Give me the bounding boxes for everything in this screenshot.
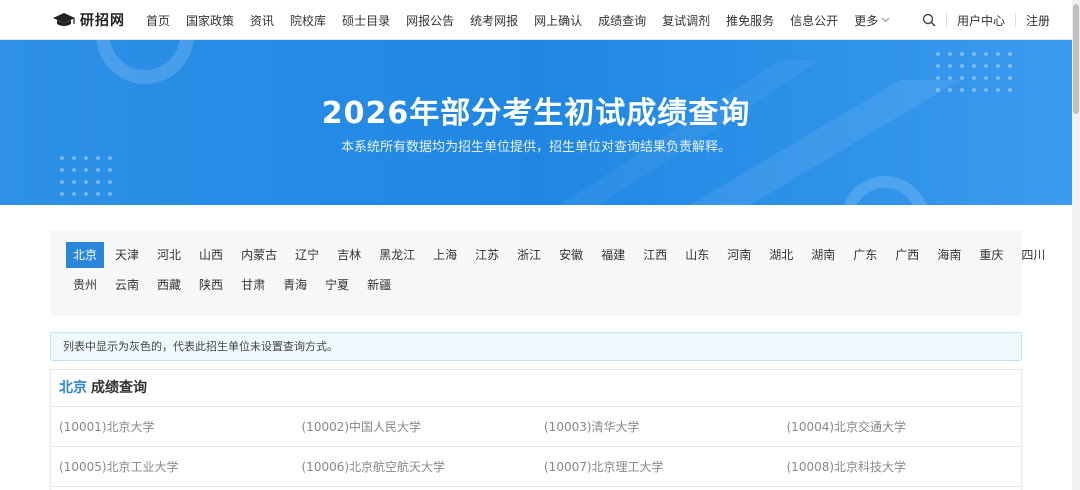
nav-item[interactable]: 资讯 bbox=[250, 12, 274, 29]
main-nav: 首页 国家政策 资讯 院校库 硕士目录 网报公告 统考网报 网上确认 成绩查询 复试调剂 推免服务信… bbox=[146, 0, 906, 40]
nav-item[interactable]: 国家政策 bbox=[186, 12, 234, 29]
province-option[interactable]: 山东 bbox=[678, 242, 716, 268]
nav-item[interactable]: 统考网报 bbox=[470, 12, 518, 29]
province-option[interactable]: 海南 bbox=[930, 242, 968, 268]
province-option[interactable]: 四川 bbox=[1014, 242, 1052, 268]
university-item: (10001)北京大学 bbox=[59, 420, 155, 434]
province-filter: 北京 天津 河北 山西 内蒙古 辽宁 吉林 黑龙江 上海 江苏 浙江 安徽 福建 江西 山东 河南 湖北 湖南 广东… bbox=[50, 230, 1045, 316]
graduation-cap-icon bbox=[53, 13, 75, 26]
university-item: (10002)中国人民大学 bbox=[301, 420, 422, 434]
province-row: 贵州 云南 西藏 陕西 甘肃 青海 宁夏 新疆 bbox=[66, 272, 402, 298]
province-option[interactable]: 天津 bbox=[108, 242, 146, 268]
province-option[interactable]: 江西 bbox=[636, 242, 674, 268]
top-navigation-bar: 研招网 首页 国家政策 资讯 院校库 硕士目录 网报公告 统考网报 网上确认 成绩查询 复试调剂推… bbox=[0, 0, 1072, 40]
nav-item[interactable]: 网报公告 bbox=[406, 12, 454, 29]
province-option[interactable]: 山西 bbox=[192, 242, 230, 268]
nav-item[interactable]: 硕士目录 bbox=[342, 12, 390, 29]
scrollbar-thumb[interactable] bbox=[1073, 4, 1079, 114]
province-option[interactable]: 福建 bbox=[594, 242, 632, 268]
user-center-link[interactable]: 用户中心 bbox=[957, 12, 1005, 29]
province-option[interactable]: 西藏 bbox=[150, 272, 188, 298]
province-option[interactable]: 重庆 bbox=[972, 242, 1010, 268]
province-option[interactable]: 上海 bbox=[426, 242, 464, 268]
register-link[interactable]: 注册 bbox=[1026, 12, 1050, 29]
banner-title: 2026年部分考生初试成绩查询 bbox=[321, 96, 751, 131]
university-item: (10004)北京交通大学 bbox=[786, 420, 907, 434]
province-option[interactable]: 广西 bbox=[888, 242, 926, 268]
nav-item[interactable]: 首页 bbox=[146, 12, 170, 29]
province-option[interactable]: 湖北 bbox=[762, 242, 800, 268]
nav-more-menu[interactable]: 更多 bbox=[854, 12, 890, 29]
province-option[interactable]: 青海 bbox=[276, 272, 314, 298]
province-option[interactable]: 新疆 bbox=[360, 272, 398, 298]
divider bbox=[1014, 13, 1016, 27]
province-option[interactable]: 黑龙江 bbox=[372, 242, 422, 268]
university-item: (10005)北京工业大学 bbox=[59, 460, 179, 474]
info-notice: 列表中显示为灰色的，代表此招生单位未设置查询方式。 bbox=[50, 332, 1022, 361]
province-option[interactable]: 浙江 bbox=[510, 242, 548, 268]
list-province-name: 北京 bbox=[59, 380, 87, 396]
nav-item[interactable]: 信息公开 bbox=[790, 12, 838, 29]
university-item: (10006)北京航空航天大学 bbox=[301, 460, 446, 474]
province-option[interactable]: 贵州 bbox=[66, 272, 104, 298]
nav-item[interactable]: 成绩查询 bbox=[598, 12, 646, 29]
province-option[interactable]: 北京 bbox=[66, 242, 105, 268]
province-option[interactable]: 河南 bbox=[720, 242, 758, 268]
province-option[interactable]: 内蒙古 bbox=[234, 242, 284, 268]
logo-text: 研招网 bbox=[80, 13, 125, 29]
nav-item[interactable]: 复试调剂 bbox=[662, 12, 710, 29]
banner-subtitle: 本系统所有数据均为招生单位提供，招生单位对查询结果负责解释。 bbox=[340, 140, 731, 155]
province-option[interactable]: 吉林 bbox=[330, 242, 368, 268]
university-item: (10003)清华大学 bbox=[544, 420, 640, 434]
province-option[interactable]: 陕西 bbox=[192, 272, 230, 298]
province-option[interactable]: 云南 bbox=[108, 272, 146, 298]
province-option[interactable]: 江苏 bbox=[468, 242, 506, 268]
page-scrollbar[interactable] bbox=[1072, 0, 1080, 490]
nav-item[interactable]: 院校库 bbox=[290, 12, 326, 29]
university-item: (10007)北京理工大学 bbox=[544, 460, 664, 474]
list-header: 北京 成绩查询 bbox=[51, 370, 1021, 407]
nav-item[interactable]: 推免服务 bbox=[726, 12, 774, 29]
province-option[interactable]: 安徽 bbox=[552, 242, 590, 268]
province-option[interactable]: 甘肃 bbox=[234, 272, 272, 298]
university-item: (10008)北京科技大学 bbox=[786, 460, 907, 474]
province-option[interactable]: 河北 bbox=[150, 242, 188, 268]
hero-banner: 2026年部分考生初试成绩查询 本系统所有数据均为招生单位提供，招生单位对查询结… bbox=[0, 40, 1072, 205]
nav-more-label: 更多 bbox=[854, 13, 879, 28]
chevron-down-icon bbox=[881, 17, 890, 23]
nav-item[interactable]: 网上确认 bbox=[534, 12, 582, 29]
province-row: 北京 天津 河北 山西 内蒙古 辽宁 吉林 黑龙江 上海 江苏 浙江 安徽 福建 江西 山东 河南 湖北 湖南 广东… bbox=[66, 242, 1056, 268]
province-option[interactable]: 宁夏 bbox=[318, 272, 356, 298]
table-row: (10001)北京大学 (10002)中国人民大学 (10003)清华大学 (1000… bbox=[51, 407, 1021, 447]
province-option[interactable]: 广东 bbox=[846, 242, 884, 268]
province-option[interactable]: 辽宁 bbox=[288, 242, 326, 268]
table-row: (10005)北京工业大学 (10006)北京航空航天大学 (10007)北京理工大… bbox=[51, 447, 1021, 487]
site-logo[interactable]: 研招网 bbox=[52, 10, 125, 30]
list-title-suffix: 成绩查询 bbox=[91, 380, 147, 396]
search-icon[interactable] bbox=[922, 13, 936, 27]
divider bbox=[945, 13, 947, 27]
university-list: 北京 成绩查询 (10001)北京大学 (10002)中国人民大学 (10003)清华… bbox=[50, 369, 1022, 490]
nav-right: 用户中心 注册 bbox=[922, 0, 1050, 40]
province-option[interactable]: 湖南 bbox=[804, 242, 842, 268]
